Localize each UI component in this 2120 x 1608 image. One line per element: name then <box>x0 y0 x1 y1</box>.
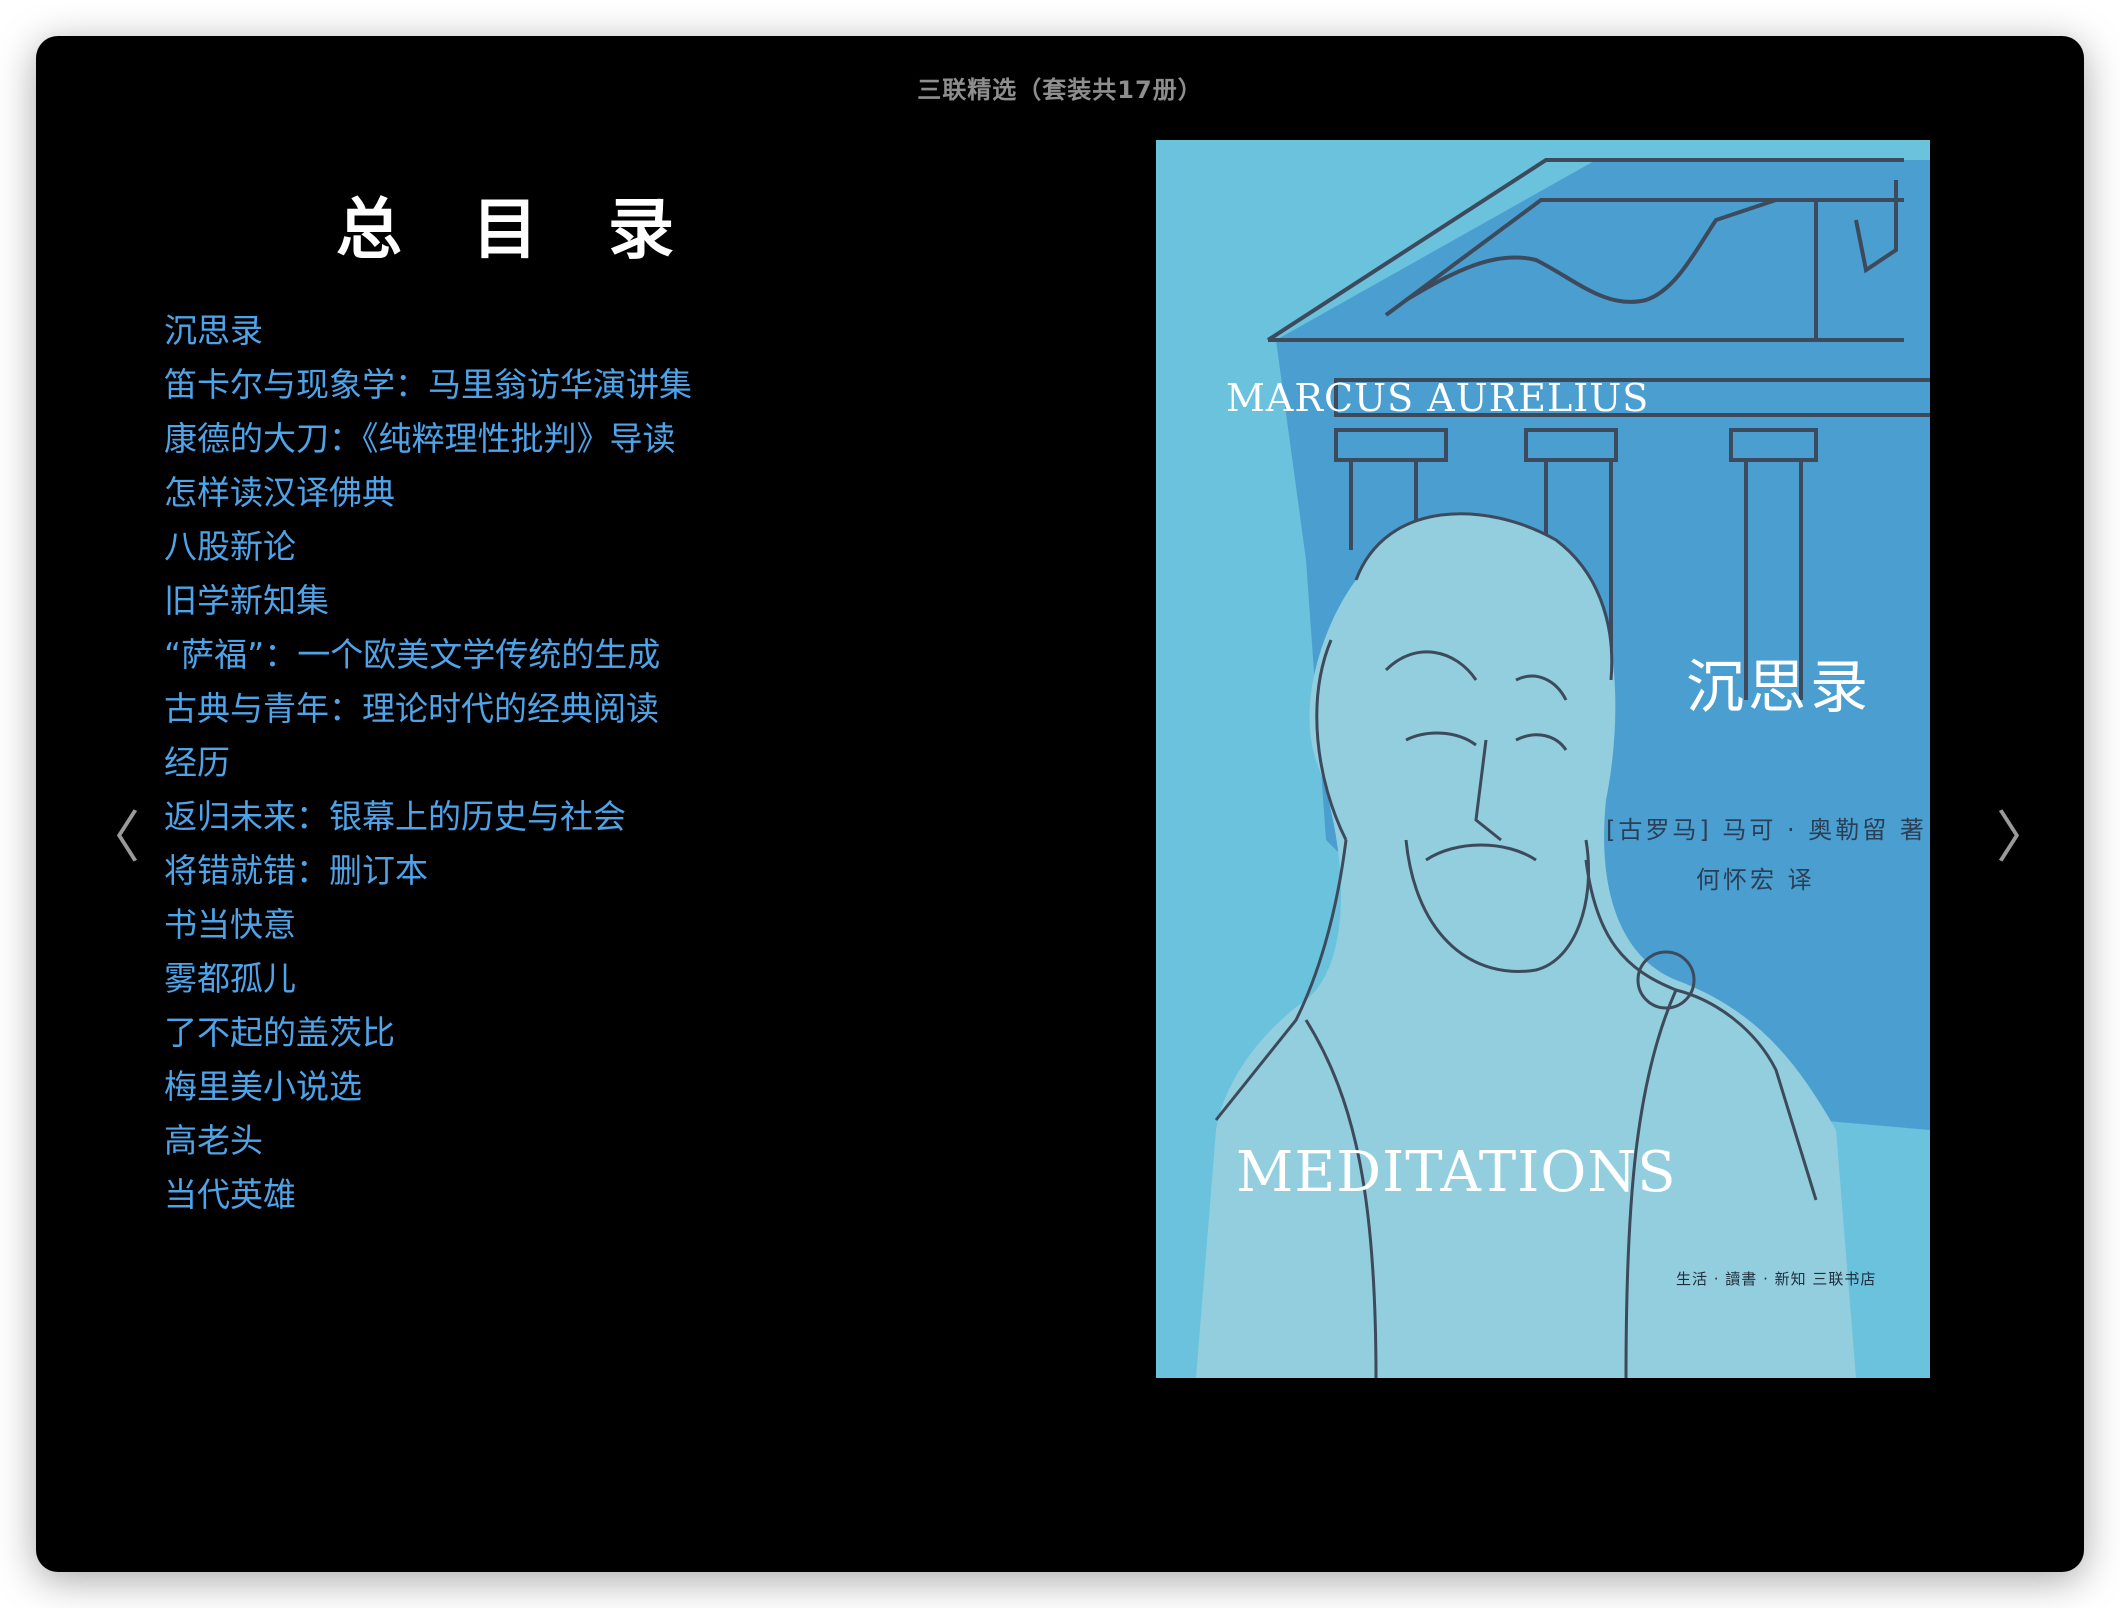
cover-translator: 何怀宏 译 <box>1696 866 1815 894</box>
cover-author-cn: [古罗马] 马可 · 奥勒留 著 <box>1606 816 1927 844</box>
toc-item[interactable]: 雾都孤儿 <box>164 952 692 1006</box>
toc-item[interactable]: 笛卡尔与现象学：马里翁访华演讲集 <box>164 358 692 412</box>
window-title: 三联精选（套装共17册） <box>917 76 1203 104</box>
cover-publisher: 生活 · 讀書 · 新知 三联书店 <box>1676 1270 1877 1288</box>
toc-item[interactable]: 古典与青年：理论时代的经典阅读 <box>164 682 692 736</box>
toc-item[interactable]: 书当快意 <box>164 898 692 952</box>
chevron-right-icon[interactable]: 〉 <box>1996 794 2052 884</box>
toc-item[interactable]: 梅里美小说选 <box>164 1060 692 1114</box>
toc-item[interactable]: 返归未来：银幕上的历史与社会 <box>164 790 692 844</box>
cover-title-cn: 沉思录 <box>1686 653 1873 721</box>
toc-heading: 总目录 <box>336 191 744 268</box>
toc-item[interactable]: 经历 <box>164 736 692 790</box>
toc-item[interactable]: 当代英雄 <box>164 1168 692 1222</box>
book-cover: MARCUS AURELIUS 沉思录 [古罗马] 马可 · 奥勒留 著 何怀宏… <box>1156 140 1930 1378</box>
toc-item[interactable]: 沉思录 <box>164 304 692 358</box>
toc-item[interactable]: 了不起的盖茨比 <box>164 1006 692 1060</box>
toc-item[interactable]: 怎样读汉译佛典 <box>164 466 692 520</box>
toc-item[interactable]: 将错就错：删订本 <box>164 844 692 898</box>
toc-item[interactable]: 旧学新知集 <box>164 574 692 628</box>
cover-author-en: MARCUS AURELIUS <box>1226 376 1650 420</box>
toc-item[interactable]: 八股新论 <box>164 520 692 574</box>
toc-item[interactable]: 高老头 <box>164 1114 692 1168</box>
chevron-left-icon[interactable]: 〈 <box>84 794 140 884</box>
reader-window: 三联精选（套装共17册） 总目录 沉思录 笛卡尔与现象学：马里翁访华演讲集 康德… <box>36 36 2084 1572</box>
toc-item[interactable]: 康德的大刀：《纯粹理性批判》导读 <box>164 412 692 466</box>
toc-list: 沉思录 笛卡尔与现象学：马里翁访华演讲集 康德的大刀：《纯粹理性批判》导读 怎样… <box>164 304 692 1222</box>
toc-item[interactable]: “萨福”：一个欧美文学传统的生成 <box>164 628 692 682</box>
cover-title-en: MEDITATIONS <box>1236 1140 1677 1205</box>
